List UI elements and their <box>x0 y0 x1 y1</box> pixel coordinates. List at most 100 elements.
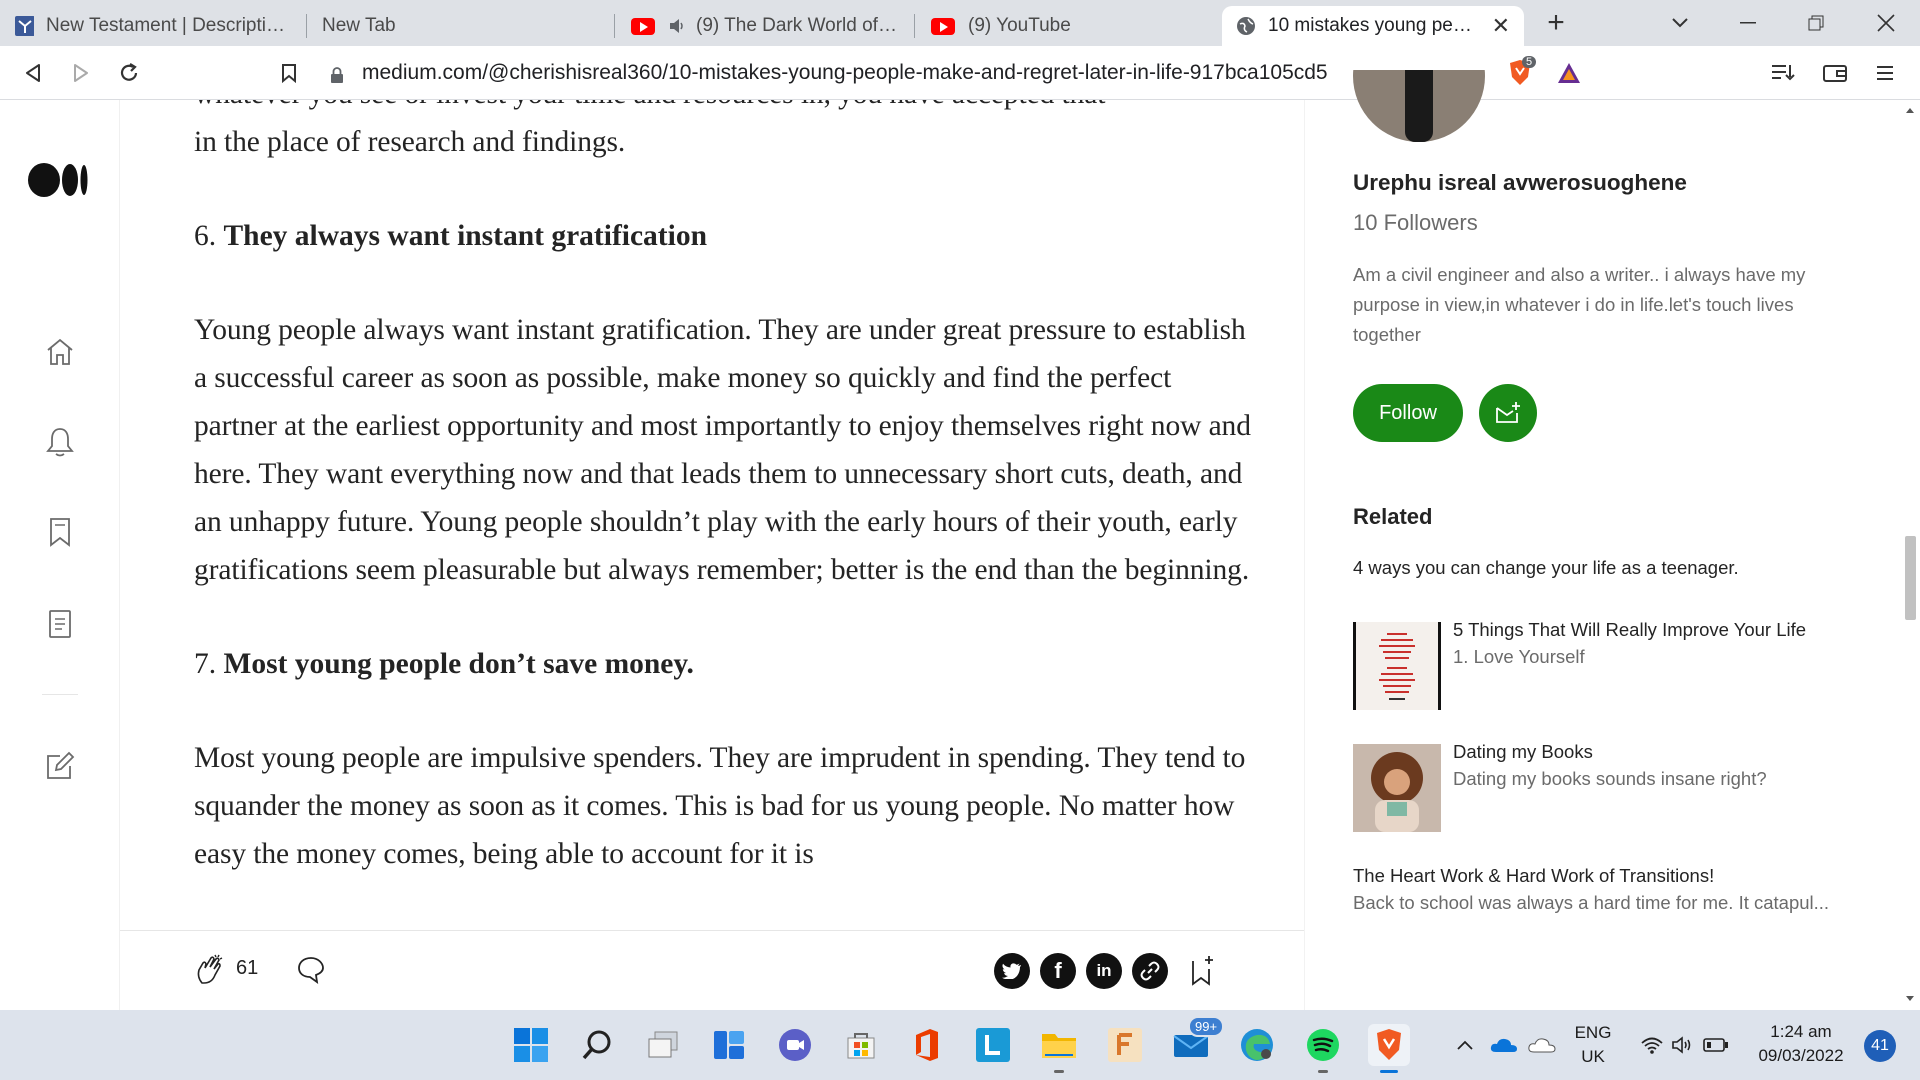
tab-label: New Tab <box>322 15 396 36</box>
microsoft-store-icon[interactable] <box>840 1024 882 1066</box>
office-icon[interactable] <box>906 1024 948 1066</box>
task-view-icon[interactable] <box>642 1024 684 1066</box>
rail-divider <box>42 694 78 695</box>
clap-count: 61 <box>236 957 259 979</box>
notifications-bell-icon[interactable] <box>40 422 80 462</box>
battery-icon[interactable] <box>1700 1024 1732 1066</box>
reload-button[interactable] <box>110 54 148 92</box>
write-icon[interactable] <box>40 746 80 786</box>
heading-6-text: They always want instant gratification <box>223 220 707 252</box>
lists-bookmark-icon[interactable] <box>40 512 80 552</box>
home-icon[interactable] <box>40 332 80 372</box>
menu-icon[interactable] <box>1866 54 1904 92</box>
comment-icon[interactable] <box>296 955 326 985</box>
search-icon[interactable] <box>576 1024 618 1066</box>
page-scrollbar[interactable] <box>1900 100 1920 1010</box>
related-thumbnail-books[interactable] <box>1353 744 1441 832</box>
copy-link-icon[interactable] <box>1132 953 1168 989</box>
related-item[interactable]: 5 Things That Will Really Improve Your L… <box>1453 618 1863 672</box>
avatar[interactable] <box>1353 70 1485 146</box>
twitter-share-icon[interactable] <box>994 953 1030 989</box>
onedrive-icon[interactable] <box>1486 1024 1522 1066</box>
related-item[interactable]: Dating my Books Dating my books sounds i… <box>1453 740 1863 794</box>
tab-separator <box>306 14 307 38</box>
wallet-icon[interactable] <box>1816 54 1854 92</box>
save-bookmark-icon[interactable] <box>1188 953 1216 987</box>
tab-label: (9) YouTube <box>968 15 1071 36</box>
teams-chat-icon[interactable] <box>774 1024 816 1066</box>
bookmark-page-icon[interactable] <box>270 54 308 92</box>
paragraph-7: Most young people are impulsive spenders… <box>194 742 1246 870</box>
tab-search-chevron-icon[interactable] <box>1652 0 1708 46</box>
related-thumbnail-affirmations[interactable] <box>1353 622 1441 710</box>
brave-shields-icon[interactable]: 5 <box>1500 54 1540 92</box>
mail-icon[interactable]: 99+ <box>1170 1016 1225 1066</box>
scroll-down-arrow-icon[interactable] <box>1906 996 1914 1001</box>
spotify-icon[interactable] <box>1302 1024 1344 1073</box>
wifi-icon[interactable] <box>1636 1024 1668 1066</box>
windows-taskbar: 99+ ENG UK 1:24 am 09/03/2022 41 <box>0 1010 1920 1080</box>
edge-icon[interactable] <box>1236 1024 1278 1066</box>
keyboard-region: UK <box>1581 1047 1605 1066</box>
browser-toolbar: medium.com/@cherishisreal360/10-mistakes… <box>0 46 1920 100</box>
restore-button[interactable] <box>1788 0 1844 46</box>
related-heading: Related <box>1353 504 1433 529</box>
linkedin-share-icon[interactable]: in <box>1086 953 1122 989</box>
paragraph-5-tail: in the place of research and findings. <box>194 126 626 158</box>
tab-separator <box>614 14 615 38</box>
forward-button[interactable] <box>62 54 100 92</box>
bible-site-icon <box>14 16 34 36</box>
brave-browser-icon[interactable] <box>1368 1024 1410 1073</box>
tab-youtube[interactable]: (9) YouTube <box>916 6 1216 46</box>
scroll-up-arrow-icon[interactable] <box>1906 108 1914 113</box>
volume-icon[interactable] <box>1668 1024 1700 1066</box>
facebook-share-icon[interactable]: f <box>1040 953 1076 989</box>
related-item[interactable]: The Heart Work & Hard Work of Transition… <box>1353 864 1863 918</box>
new-tab-button[interactable]: + <box>1528 0 1584 46</box>
sublime-f-app-icon[interactable] <box>1104 1024 1146 1066</box>
subscribe-email-button[interactable] <box>1479 384 1537 442</box>
related-item[interactable]: 4 ways you can change your life as a tee… <box>1353 556 1863 580</box>
back-button[interactable] <box>14 54 52 92</box>
close-tab-icon[interactable]: ✕ <box>1492 13 1510 39</box>
tab-new-tab[interactable]: New Tab <box>308 6 618 46</box>
notification-center-badge[interactable]: 41 <box>1864 1030 1896 1062</box>
related-title[interactable]: Dating my Books <box>1453 740 1863 764</box>
show-hidden-icons-chevron[interactable] <box>1450 1024 1480 1066</box>
speaker-icon[interactable] <box>668 16 686 36</box>
paragraph-6: Young people always want instant gratifi… <box>194 314 1251 586</box>
minimize-button[interactable] <box>1720 0 1776 46</box>
file-explorer-icon[interactable] <box>1038 1024 1080 1073</box>
shields-count-badge: 5 <box>1522 56 1537 68</box>
cloud-sync-icon[interactable] <box>1524 1024 1560 1066</box>
brave-rewards-icon[interactable] <box>1550 54 1588 92</box>
clock[interactable]: 1:24 am 09/03/2022 <box>1746 1020 1856 1068</box>
clock-date: 09/03/2022 <box>1758 1046 1844 1065</box>
medium-logo-icon[interactable] <box>28 160 92 200</box>
windows-start-icon[interactable] <box>510 1024 552 1066</box>
follow-button[interactable]: Follow <box>1353 384 1463 442</box>
tab-active-article[interactable]: 10 mistakes young people ✕ <box>1222 6 1524 46</box>
author-followers[interactable]: 10 Followers <box>1353 210 1478 236</box>
close-window-button[interactable] <box>1858 0 1914 46</box>
address-bar[interactable]: medium.com/@cherishisreal360/10-mistakes… <box>330 54 1494 92</box>
stories-icon[interactable] <box>40 604 80 644</box>
related-title[interactable]: 4 ways you can change your life as a tee… <box>1353 556 1863 580</box>
language-indicator[interactable]: ENG UK <box>1568 1021 1618 1069</box>
tab-new-testament[interactable]: New Testament | Description & <box>0 6 306 46</box>
tab-dark-world[interactable]: (9) The Dark World of Mega <box>616 6 916 46</box>
language-code: ENG <box>1574 1023 1612 1042</box>
l-app-icon[interactable] <box>972 1024 1014 1066</box>
widgets-icon[interactable] <box>708 1024 750 1066</box>
heading-7: 7. Most young people don’t save money. <box>194 640 1254 688</box>
related-title[interactable]: The Heart Work & Hard Work of Transition… <box>1353 864 1863 888</box>
reading-list-icon[interactable] <box>1764 54 1802 92</box>
heading-6-number: 6. <box>194 220 217 252</box>
clap-icon[interactable] <box>194 953 226 987</box>
heading-6: 6. They always want instant gratificatio… <box>194 212 1254 260</box>
related-title[interactable]: 5 Things That Will Really Improve Your L… <box>1453 618 1863 642</box>
scrollbar-thumb[interactable] <box>1905 536 1916 620</box>
related-subtitle: Back to school was always a hard time fo… <box>1353 892 1830 913</box>
youtube-icon <box>630 16 656 36</box>
author-name[interactable]: Urephu isreal avwerosuoghene <box>1353 170 1687 196</box>
